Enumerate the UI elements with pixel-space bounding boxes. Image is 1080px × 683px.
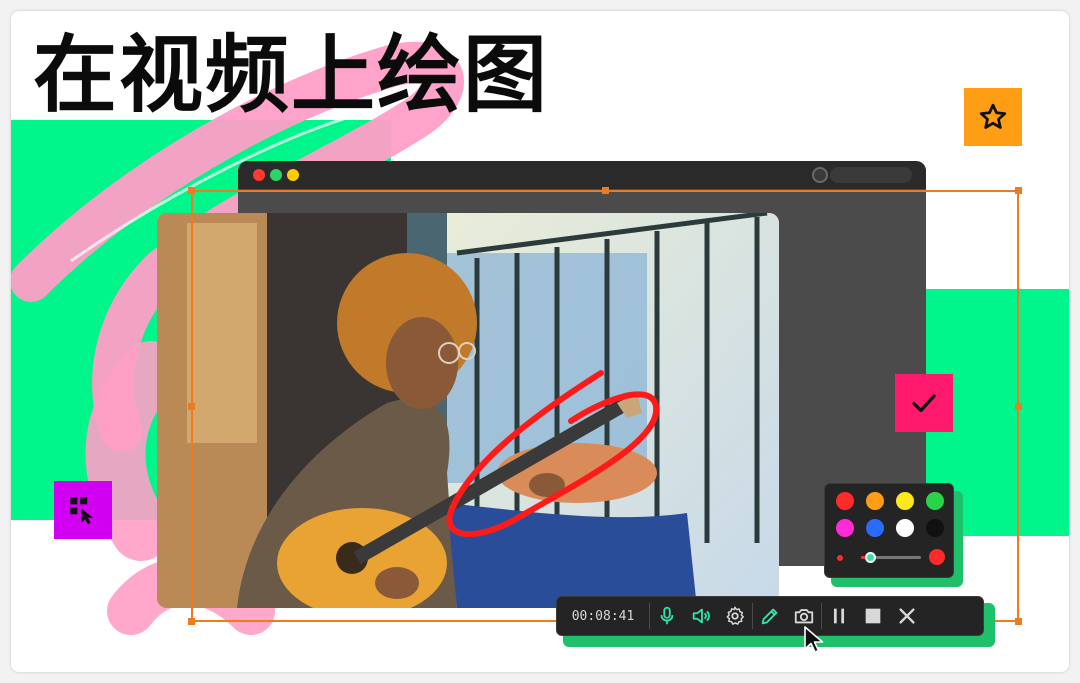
stop-button[interactable] xyxy=(856,599,890,633)
settings-button[interactable] xyxy=(718,599,752,633)
gear-icon xyxy=(726,606,744,625)
color-swatch-green[interactable] xyxy=(926,492,944,510)
color-swatch-red[interactable] xyxy=(836,492,854,510)
color-swatch-white[interactable] xyxy=(896,519,914,537)
checkmark-icon xyxy=(912,394,936,413)
microphone-button[interactable] xyxy=(650,599,684,633)
color-swatch-yellow[interactable] xyxy=(896,492,914,510)
mouse-cursor-icon xyxy=(804,626,824,653)
color-swatch-black[interactable] xyxy=(926,519,944,537)
color-swatch-orange[interactable] xyxy=(866,492,884,510)
pause-icon xyxy=(833,608,845,624)
brush-size-slider[interactable] xyxy=(861,552,921,563)
color-swatch-magenta[interactable] xyxy=(836,519,854,537)
color-palette[interactable] xyxy=(824,483,954,578)
camera-icon xyxy=(794,609,814,624)
close-button[interactable] xyxy=(890,599,924,633)
pause-button[interactable] xyxy=(822,599,856,633)
speaker-button[interactable] xyxy=(684,599,718,633)
area-select-cursor-icon xyxy=(70,497,93,525)
cursor-select-badge[interactable] xyxy=(54,481,112,539)
recording-toolbar: 00:08:41 xyxy=(556,596,984,636)
color-swatch-blue[interactable] xyxy=(866,519,884,537)
close-icon xyxy=(899,608,915,624)
brush-size-max-indicator xyxy=(929,549,945,565)
promo-card: 在视频上绘图 00:08:41 xyxy=(11,11,1069,672)
draw-button[interactable] xyxy=(753,599,787,633)
stop-icon xyxy=(865,608,881,624)
speaker-icon xyxy=(692,608,710,624)
brush-size-slider-thumb[interactable] xyxy=(865,552,876,563)
check-badge[interactable] xyxy=(895,374,953,432)
microphone-icon xyxy=(660,606,674,625)
brush-size-min-indicator xyxy=(837,555,843,561)
pencil-icon xyxy=(761,608,778,625)
recording-timer: 00:08:41 xyxy=(571,608,635,624)
